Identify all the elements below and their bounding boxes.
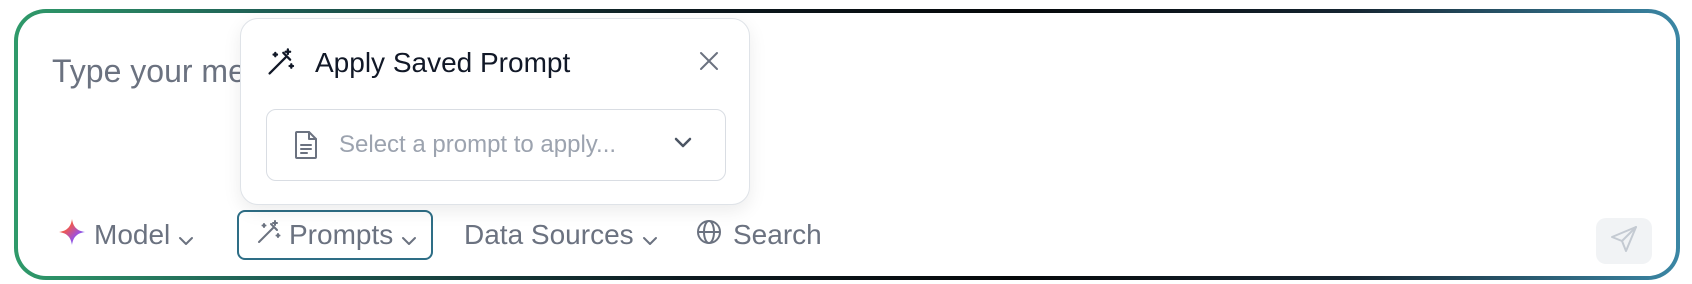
- model-button[interactable]: Model: [58, 210, 194, 260]
- chevron-down-icon: [642, 222, 658, 254]
- popover-title: Apply Saved Prompt: [315, 47, 571, 78]
- prompts-button[interactable]: Prompts: [237, 210, 433, 260]
- search-button[interactable]: Search: [695, 210, 822, 260]
- composer-toolbar: Model Prompts Data Sources Search: [40, 210, 1672, 262]
- magic-wand-icon: [255, 218, 283, 253]
- send-icon: [1609, 224, 1639, 259]
- data-sources-button[interactable]: Data Sources: [464, 210, 658, 260]
- apply-saved-prompt-popover: Apply Saved Prompt Select a prompt to ap…: [240, 18, 750, 205]
- close-icon: [698, 50, 720, 77]
- send-button[interactable]: [1596, 218, 1652, 264]
- model-label: Model: [94, 219, 171, 250]
- sparkle-icon: [58, 218, 86, 253]
- chevron-down-icon: [673, 136, 693, 155]
- prompt-select-placeholder: Select a prompt to apply...: [339, 131, 617, 158]
- search-label: Search: [733, 219, 822, 250]
- prompt-select[interactable]: Select a prompt to apply...: [266, 109, 726, 181]
- close-button[interactable]: [695, 49, 723, 77]
- globe-icon: [695, 218, 723, 253]
- chevron-down-icon: [401, 222, 417, 254]
- document-icon: [293, 130, 319, 165]
- prompts-label: Prompts: [289, 219, 394, 250]
- data-sources-label: Data Sources: [464, 219, 634, 250]
- chevron-down-icon: [178, 222, 194, 254]
- magic-wand-icon: [265, 46, 297, 83]
